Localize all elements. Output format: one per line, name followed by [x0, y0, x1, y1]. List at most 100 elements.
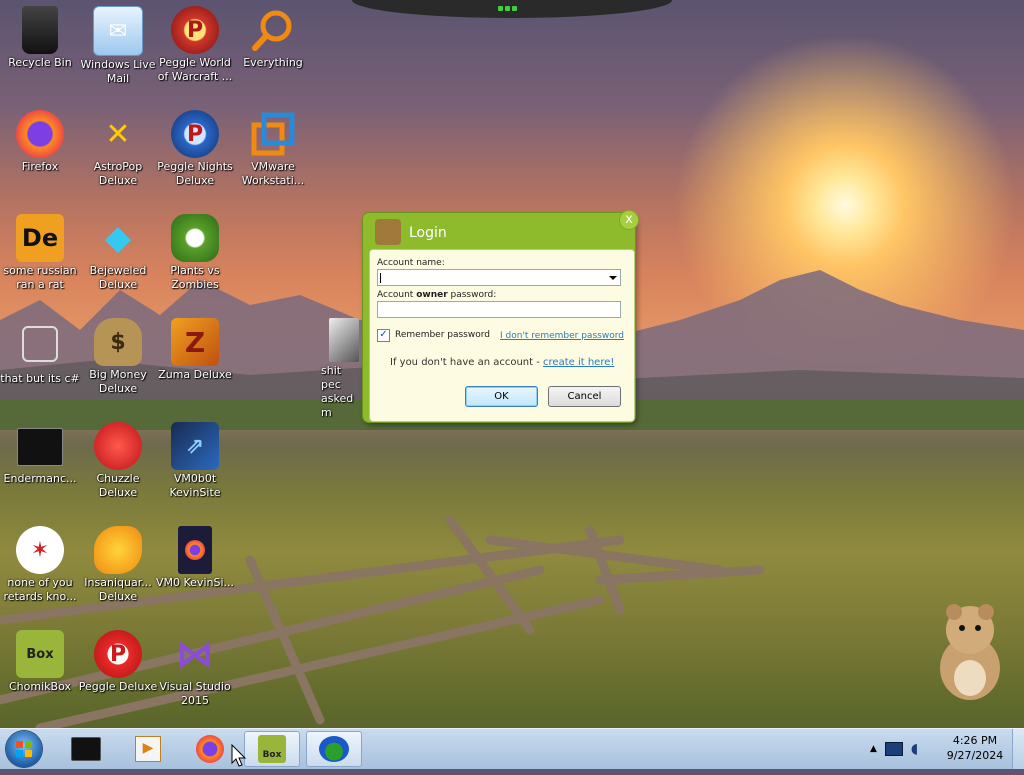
firefox-icon: [16, 110, 64, 158]
desktop-icon-label: AstroPop Deluxe: [93, 160, 143, 187]
desktop-icon-vm0-kevinsite[interactable]: VM0 KevinSi...: [155, 520, 235, 590]
desktop-icon-zuma[interactable]: Z Zuma Deluxe: [155, 312, 235, 382]
network-icon[interactable]: [884, 742, 903, 756]
taskbar-pin-terminal[interactable]: [58, 731, 114, 767]
text-caret: [380, 273, 381, 283]
desktop-icon-endermanc[interactable]: Endermanc...: [0, 416, 80, 486]
desktop-icon-bejeweled[interactable]: ◆ Bejeweled Deluxe: [78, 208, 158, 292]
hamster-mascot: [940, 604, 1000, 700]
indicator-light: [512, 6, 517, 11]
fish-icon: [94, 526, 142, 574]
peggle-icon: P: [171, 6, 219, 54]
visual-studio-icon: ⋈: [176, 632, 214, 676]
desktop-icon-label: Everything: [243, 56, 303, 69]
desktop-icon-that-but-its-csharp[interactable]: that but its c#: [0, 312, 80, 386]
volume-icon[interactable]: ◖: [911, 741, 918, 757]
close-button[interactable]: x: [620, 211, 638, 229]
desktop-icon-label: Zuma Deluxe: [158, 368, 232, 381]
desktop-icon-peggle-deluxe[interactable]: P Peggle Deluxe: [78, 624, 158, 694]
account-name-label: Account name:: [377, 258, 445, 268]
indicator-light: [498, 6, 503, 11]
taskbar: ▶ Box ▲ ◖ 4:26 PM 9/27/2024: [0, 728, 1024, 769]
top-gadget-bar: [352, 0, 672, 18]
clock-date: 9/27/2024: [946, 749, 1004, 762]
search-icon: [249, 6, 297, 54]
taskbar-pin-firefox[interactable]: [182, 731, 238, 767]
desktop-icon-label: Big Money Deluxe: [89, 368, 147, 395]
peggle-icon: P: [94, 630, 142, 678]
show-desktop-button[interactable]: [1012, 729, 1024, 769]
system-tray: ▲ ◖: [870, 741, 918, 757]
remember-password-label: Remember password: [395, 330, 490, 340]
desktop-icon-astropop[interactable]: ✕ AstroPop Deluxe: [78, 104, 158, 188]
desktop-icon-visual-studio[interactable]: ⋈ Visual Studio 2015: [155, 624, 235, 708]
desktop-icon-label: Chuzzle Deluxe: [96, 472, 140, 499]
money-bag-icon: $: [94, 318, 142, 366]
desktop-icon-label: VM0 KevinSi...: [155, 576, 234, 589]
vmware-icon: [249, 110, 297, 158]
firefox-file-icon: [178, 526, 212, 574]
desktop-icon-recycle-bin[interactable]: Recycle Bin: [0, 0, 80, 70]
taskbar-app-downloader[interactable]: [306, 731, 362, 767]
desktop-icon-label: that but its c#: [0, 372, 80, 385]
start-button[interactable]: [6, 731, 42, 767]
desktop-icon-label: Peggle Nights Deluxe: [157, 160, 233, 187]
chuzzle-icon: [94, 422, 142, 470]
desktop-icon-vmware[interactable]: VMware Workstati...: [233, 104, 313, 188]
forgot-password-link[interactable]: I don't remember password: [500, 331, 624, 341]
indicator-light: [505, 6, 510, 11]
desktop-icon-chuzzle[interactable]: Chuzzle Deluxe: [78, 416, 158, 500]
no-account-text: If you don't have an account - create it…: [390, 357, 614, 368]
file-icon: [329, 318, 359, 362]
mouse-pointer-icon: [231, 744, 247, 767]
taskbar-pin-media-player[interactable]: ▶: [120, 731, 176, 767]
desktop-icon-label: ChomikBox: [9, 680, 71, 693]
desktop-icon-peggle-nights[interactable]: P Peggle Nights Deluxe: [155, 104, 235, 188]
password-label-bold: owner: [416, 290, 448, 300]
firefox-icon: [196, 735, 224, 763]
password-field[interactable]: [377, 301, 621, 318]
desktop-icon-label: Plants vs Zombies: [170, 264, 220, 291]
dropdown-arrow-icon[interactable]: [609, 276, 617, 280]
astropop-icon: ✕: [105, 116, 131, 152]
remember-password-checkbox[interactable]: ✓: [377, 329, 390, 342]
desktop-icon-shit-pec[interactable]: shit pec asked m: [303, 312, 363, 420]
create-account-link[interactable]: create it here!: [543, 357, 614, 368]
password-label-text: password:: [447, 290, 497, 300]
desktop-icon-label: Peggle World of Warcraft ...: [157, 56, 233, 83]
recycle-bin-icon: [22, 6, 58, 54]
desktop-icon-label: Firefox: [21, 160, 59, 173]
desktop-icon-label: VM0b0t KevinSite: [169, 472, 221, 499]
dialog-title: Login: [409, 225, 447, 241]
taskbar-app-chomikbox[interactable]: Box: [244, 731, 300, 767]
desktop-icon-label: Bejeweled Deluxe: [89, 264, 147, 291]
desktop-icon-everything[interactable]: Everything: [233, 0, 313, 70]
desktop-icon-some-russian[interactable]: De some russian ran a rat: [0, 208, 80, 292]
desktop-icon-firefox[interactable]: Firefox: [0, 104, 80, 174]
desktop-icon-label: Recycle Bin: [8, 56, 72, 69]
desktop-icon-none-of-you[interactable]: ✶ none of you retards kno...: [0, 520, 80, 604]
desktop-icon-plants-vs-zombies[interactable]: Plants vs Zombies: [155, 208, 235, 292]
show-hidden-icons-chevron-icon[interactable]: ▲: [870, 744, 877, 754]
clock[interactable]: 4:26 PM 9/27/2024: [935, 733, 1015, 763]
chomikbox-icon: Box: [16, 630, 64, 678]
terminal-icon: [17, 428, 63, 466]
desktop-icon-peggle-wow[interactable]: P Peggle World of Warcraft ...: [155, 0, 235, 84]
desktop-icon-big-money[interactable]: $ Big Money Deluxe: [78, 312, 158, 396]
desktop-icon-label: Endermanc...: [3, 472, 77, 485]
desktop-icon-insaniquarium[interactable]: Insaniquar... Deluxe: [78, 520, 158, 604]
desktop-icon-windows-live-mail[interactable]: ✉ Windows Live Mail: [78, 0, 158, 86]
desktop-icon-vm0b0t[interactable]: ⇗ VM0b0t KevinSite: [155, 416, 235, 500]
zuma-icon: Z: [171, 318, 219, 366]
peggle-nights-icon: P: [171, 110, 219, 158]
desktop-icon-chomikbox[interactable]: Box ChomikBox: [0, 624, 80, 694]
hamster-app-icon: [375, 219, 401, 245]
account-name-combobox[interactable]: [377, 269, 621, 286]
desktop-icon-label: Visual Studio 2015: [159, 680, 231, 707]
media-player-icon: ▶: [135, 736, 161, 762]
ok-button[interactable]: OK: [465, 386, 538, 407]
terminal-icon: [71, 737, 101, 761]
desktop-icon-label: Peggle Deluxe: [78, 680, 158, 693]
cancel-button[interactable]: Cancel: [548, 386, 621, 407]
login-dialog: Login x Account name: Account owner pass…: [363, 211, 638, 422]
